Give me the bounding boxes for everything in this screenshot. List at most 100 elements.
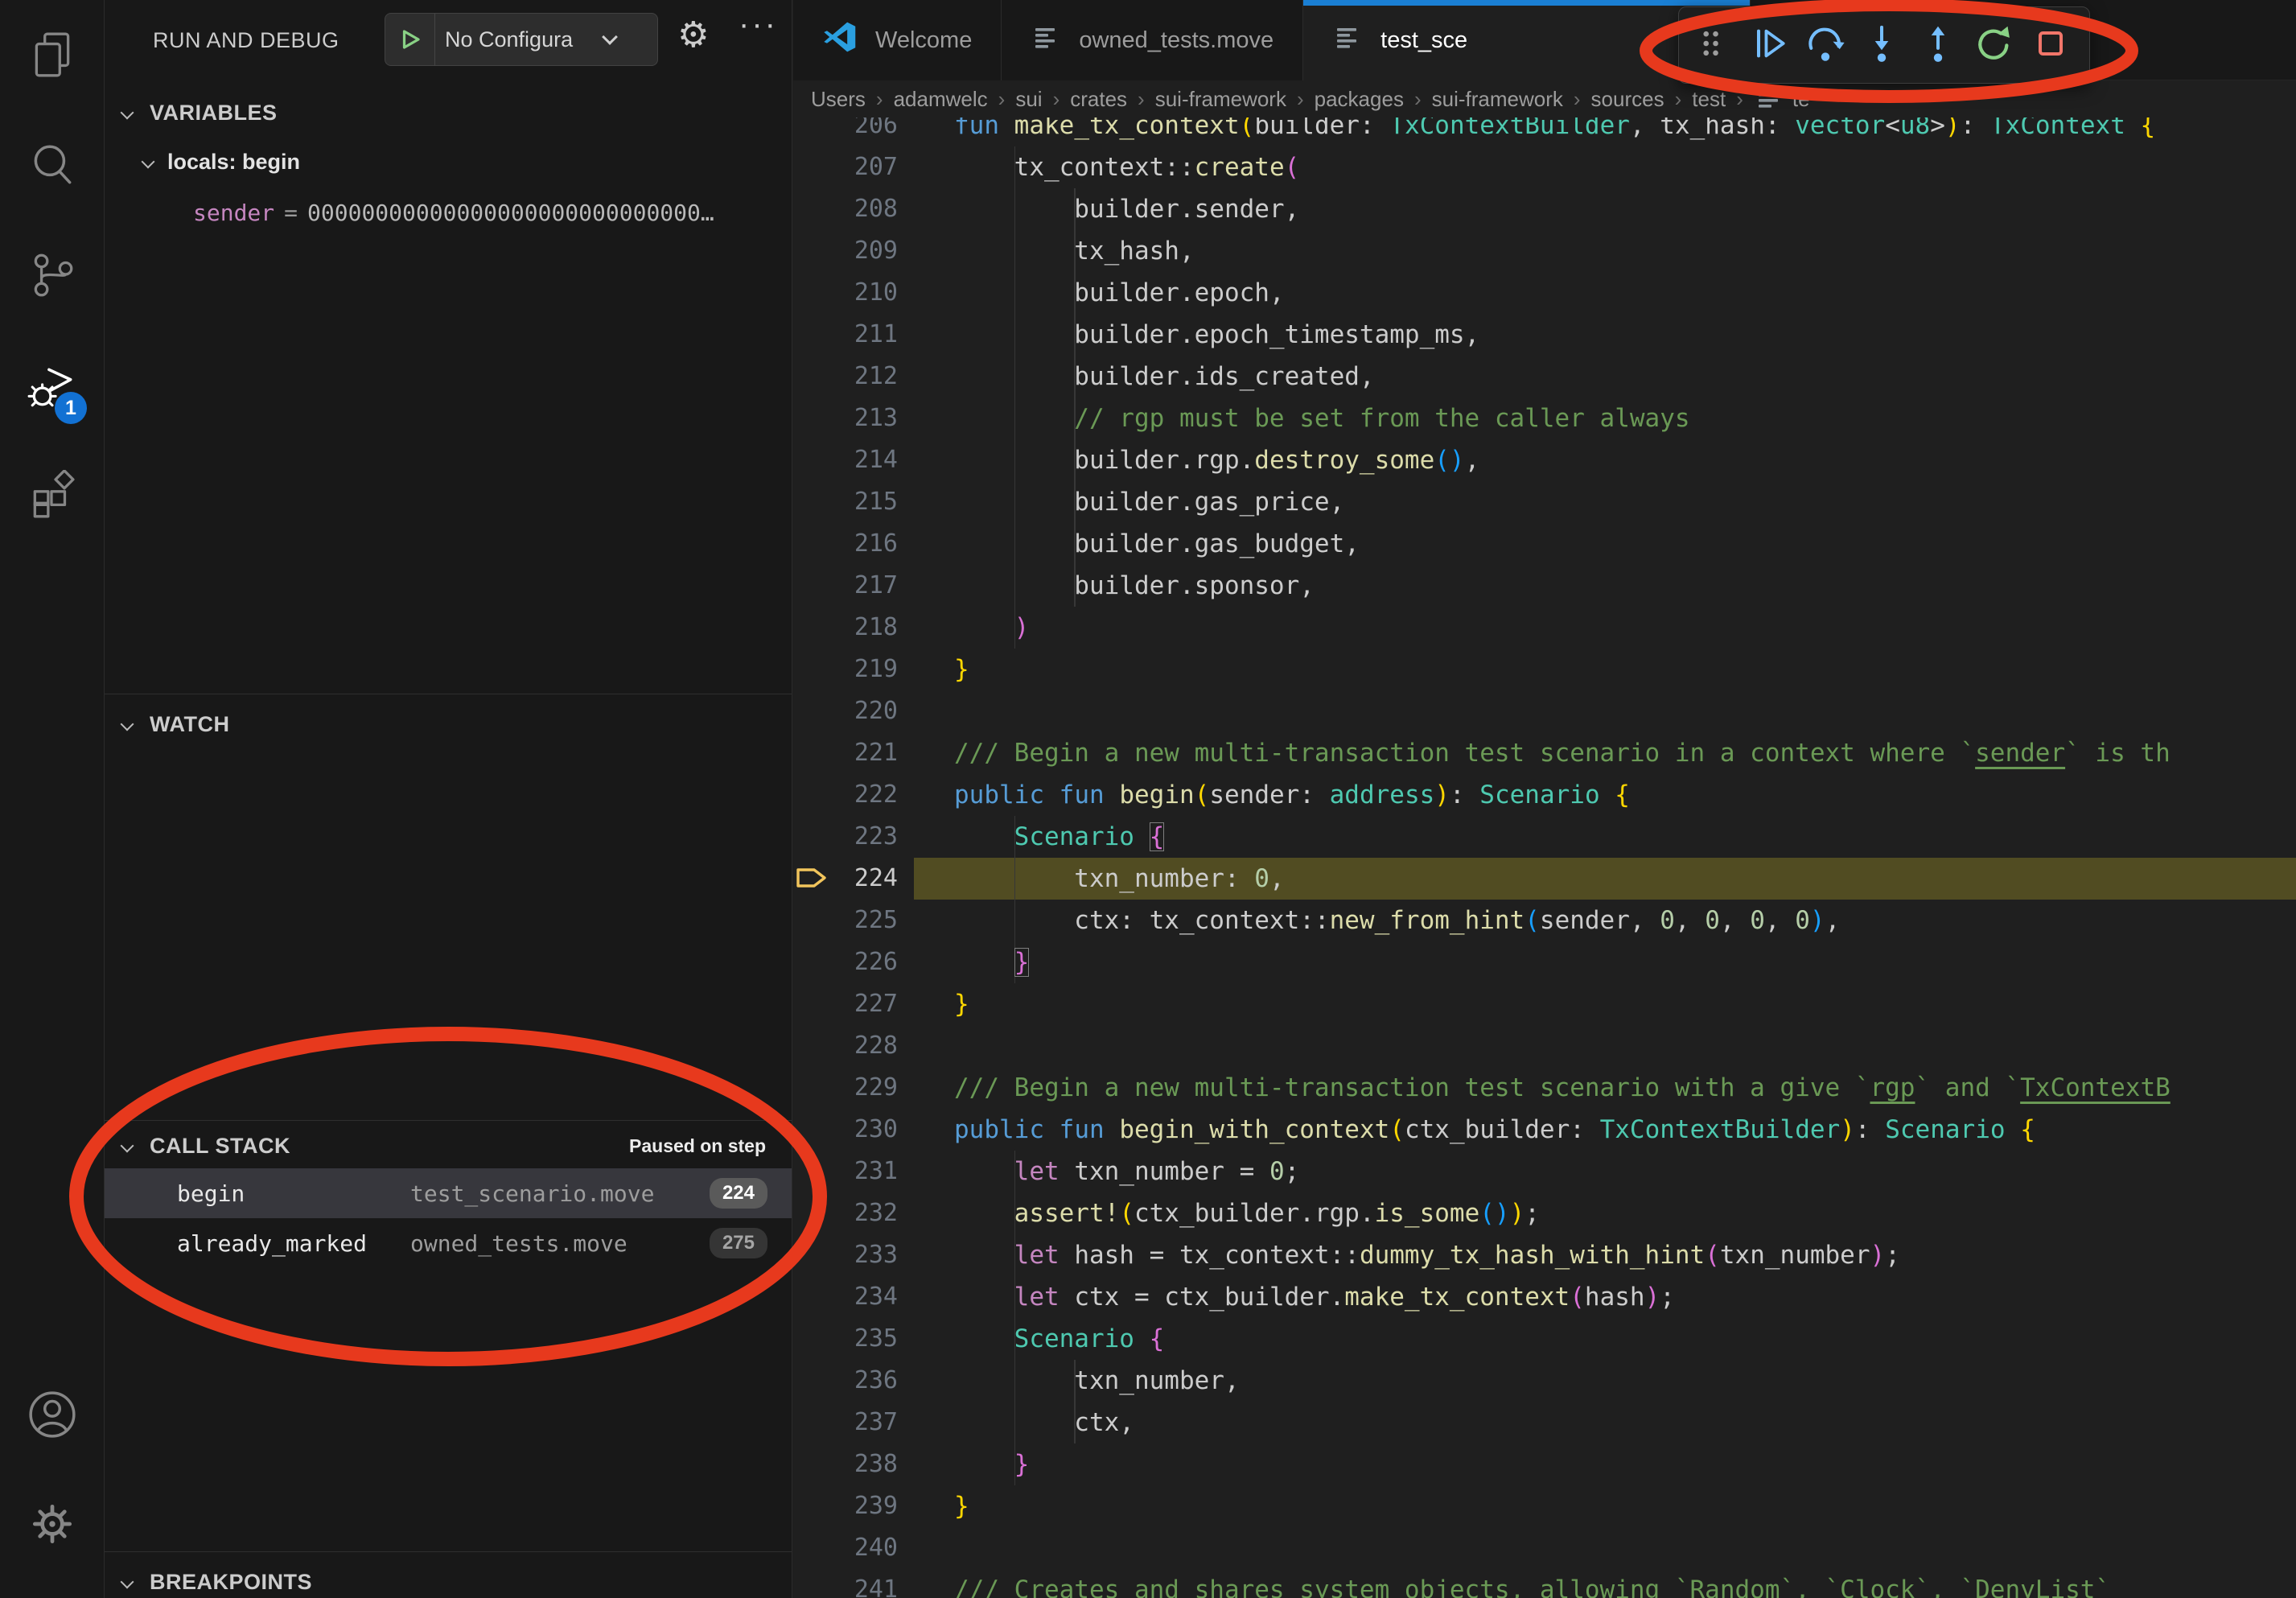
breadcrumb-item[interactable]: crates bbox=[1070, 87, 1127, 112]
step-out-button[interactable] bbox=[1911, 13, 1965, 77]
line-number[interactable]: 214 bbox=[793, 439, 898, 481]
activity-extensions-button[interactable] bbox=[0, 449, 105, 546]
continue-button[interactable] bbox=[1742, 13, 1796, 77]
toolbar-drag-handle[interactable] bbox=[1685, 13, 1740, 77]
stop-button[interactable] bbox=[2023, 13, 2078, 77]
line-number[interactable]: 228 bbox=[793, 1025, 898, 1067]
call-stack-section-header[interactable]: CALL STACK Paused on step bbox=[105, 1123, 792, 1168]
code-line-210[interactable]: 210 builder.epoch, bbox=[793, 272, 2296, 314]
code-line-241[interactable]: 241/// Creates and shares system objects… bbox=[793, 1569, 2296, 1598]
code-line-225[interactable]: 225 ctx: tx_context::new_from_hint(sende… bbox=[793, 900, 2296, 941]
activity-run-and-debug-button[interactable]: 1 bbox=[0, 339, 105, 435]
code-line-228[interactable]: 228 bbox=[793, 1025, 2296, 1067]
line-number[interactable]: 225 bbox=[793, 900, 898, 941]
code-line-237[interactable]: 237 ctx, bbox=[793, 1402, 2296, 1444]
line-number[interactable]: 235 bbox=[793, 1318, 898, 1360]
step-over-button[interactable] bbox=[1798, 13, 1853, 77]
code-line-238[interactable]: 238 } bbox=[793, 1444, 2296, 1485]
code-line-226[interactable]: 226 } bbox=[793, 941, 2296, 983]
code-line-220[interactable]: 220 bbox=[793, 690, 2296, 732]
line-number[interactable]: 219 bbox=[793, 649, 898, 690]
code-line-235[interactable]: 235 Scenario { bbox=[793, 1318, 2296, 1360]
code-line-217[interactable]: 217 builder.sponsor, bbox=[793, 565, 2296, 607]
line-number[interactable]: 223 bbox=[793, 816, 898, 858]
line-number[interactable]: 213 bbox=[793, 397, 898, 439]
line-number[interactable]: 232 bbox=[793, 1192, 898, 1234]
line-number[interactable]: 237 bbox=[793, 1402, 898, 1444]
code-line-239[interactable]: 239} bbox=[793, 1485, 2296, 1527]
code-line-215[interactable]: 215 builder.gas_price, bbox=[793, 481, 2296, 523]
line-number[interactable]: 240 bbox=[793, 1527, 898, 1569]
line-number[interactable]: 233 bbox=[793, 1234, 898, 1276]
line-number[interactable]: 222 bbox=[793, 774, 898, 816]
line-number[interactable]: 208 bbox=[793, 188, 898, 230]
call-stack-frame-begin[interactable]: begin test_scenario.move 224 bbox=[105, 1168, 792, 1218]
line-number[interactable]: 226 bbox=[793, 941, 898, 983]
code-line-234[interactable]: 234 let ctx = ctx_builder.make_tx_contex… bbox=[793, 1276, 2296, 1318]
line-number[interactable]: 221 bbox=[793, 732, 898, 774]
line-number[interactable]: 209 bbox=[793, 230, 898, 272]
code-line-219[interactable]: 219} bbox=[793, 649, 2296, 690]
line-number[interactable]: 211 bbox=[793, 314, 898, 356]
code-line-214[interactable]: 214 builder.rgp.destroy_some(), bbox=[793, 439, 2296, 481]
breadcrumb-item[interactable]: sui-framework bbox=[1432, 87, 1563, 112]
line-number[interactable]: 217 bbox=[793, 565, 898, 607]
scope-locals-row[interactable]: locals: begin bbox=[105, 141, 792, 183]
code-line-207[interactable]: 207 tx_context::create( bbox=[793, 146, 2296, 188]
tab-welcome[interactable]: Welcome bbox=[793, 0, 1002, 80]
start-debugging-button[interactable] bbox=[385, 14, 435, 65]
code-editor[interactable]: Users›adamwelc›sui›crates›sui-framework›… bbox=[793, 80, 2296, 1598]
breadcrumb-item[interactable]: test bbox=[1692, 87, 1726, 112]
line-number[interactable]: 207 bbox=[793, 146, 898, 188]
breadcrumb-item[interactable]: Users bbox=[811, 87, 866, 112]
line-number[interactable]: 220 bbox=[793, 690, 898, 732]
code-line-209[interactable]: 209 tx_hash, bbox=[793, 230, 2296, 272]
breadcrumb-item[interactable]: adamwelc bbox=[894, 87, 988, 112]
panel-more-actions[interactable]: ··· bbox=[739, 6, 778, 43]
line-number[interactable]: 236 bbox=[793, 1360, 898, 1402]
activity-account-button[interactable] bbox=[0, 1368, 105, 1464]
code-line-224[interactable]: 224 txn_number: 0, bbox=[793, 858, 2296, 900]
code-line-231[interactable]: 231 let txn_number = 0; bbox=[793, 1151, 2296, 1192]
line-number[interactable]: 218 bbox=[793, 607, 898, 649]
step-into-button[interactable] bbox=[1854, 13, 1909, 77]
breadcrumb-item[interactable]: sources bbox=[1591, 87, 1664, 112]
code-line-222[interactable]: 222public fun begin(sender: address): Sc… bbox=[793, 774, 2296, 816]
line-number[interactable]: 230 bbox=[793, 1109, 898, 1151]
debug-settings-gear-icon[interactable]: ⚙ bbox=[677, 18, 709, 53]
variable-sender-row[interactable]: sender = 00000000000000000000000000000… bbox=[193, 192, 787, 233]
code-line-212[interactable]: 212 builder.ids_created, bbox=[793, 356, 2296, 397]
breadcrumb-item[interactable]: packages bbox=[1315, 87, 1404, 112]
line-number[interactable]: 238 bbox=[793, 1444, 898, 1485]
activity-search-button[interactable] bbox=[0, 118, 105, 215]
breadcrumb-file[interactable]: te bbox=[1754, 81, 1810, 117]
code-line-233[interactable]: 233 let hash = tx_context::dummy_tx_hash… bbox=[793, 1234, 2296, 1276]
code-line-211[interactable]: 211 builder.epoch_timestamp_ms, bbox=[793, 314, 2296, 356]
activity-explorer-button[interactable] bbox=[0, 8, 105, 105]
line-number[interactable]: 239 bbox=[793, 1485, 898, 1527]
breadcrumb-item[interactable]: sui-framework bbox=[1155, 87, 1286, 112]
code-line-240[interactable]: 240 bbox=[793, 1527, 2296, 1569]
line-number[interactable]: 215 bbox=[793, 481, 898, 523]
debug-config-dropdown[interactable]: No Configura bbox=[385, 13, 658, 66]
restart-button[interactable] bbox=[1967, 13, 2022, 77]
code-line-229[interactable]: 229/// Begin a new multi-transaction tes… bbox=[793, 1067, 2296, 1109]
line-number[interactable]: 234 bbox=[793, 1276, 898, 1318]
line-number[interactable]: 241 bbox=[793, 1569, 898, 1598]
activity-settings-button[interactable] bbox=[0, 1477, 105, 1574]
breakpoints-section-header[interactable]: BREAKPOINTS bbox=[105, 1559, 792, 1598]
code-line-216[interactable]: 216 builder.gas_budget, bbox=[793, 523, 2296, 565]
breadcrumb-item[interactable]: sui bbox=[1015, 87, 1042, 112]
line-number[interactable]: 212 bbox=[793, 356, 898, 397]
code-line-230[interactable]: 230public fun begin_with_context(ctx_bui… bbox=[793, 1109, 2296, 1151]
line-number[interactable]: 227 bbox=[793, 983, 898, 1025]
line-number[interactable]: 210 bbox=[793, 272, 898, 314]
code-line-221[interactable]: 221/// Begin a new multi-transaction tes… bbox=[793, 732, 2296, 774]
code-line-213[interactable]: 213 // rgp must be set from the caller a… bbox=[793, 397, 2296, 439]
variables-section-header[interactable]: VARIABLES bbox=[105, 90, 792, 135]
tab-owned-tests-move[interactable]: owned_tests.move bbox=[1002, 0, 1303, 80]
code-line-236[interactable]: 236 txn_number, bbox=[793, 1360, 2296, 1402]
code-line-208[interactable]: 208 builder.sender, bbox=[793, 188, 2296, 230]
line-number[interactable]: 216 bbox=[793, 523, 898, 565]
code-line-223[interactable]: 223 Scenario { bbox=[793, 816, 2296, 858]
